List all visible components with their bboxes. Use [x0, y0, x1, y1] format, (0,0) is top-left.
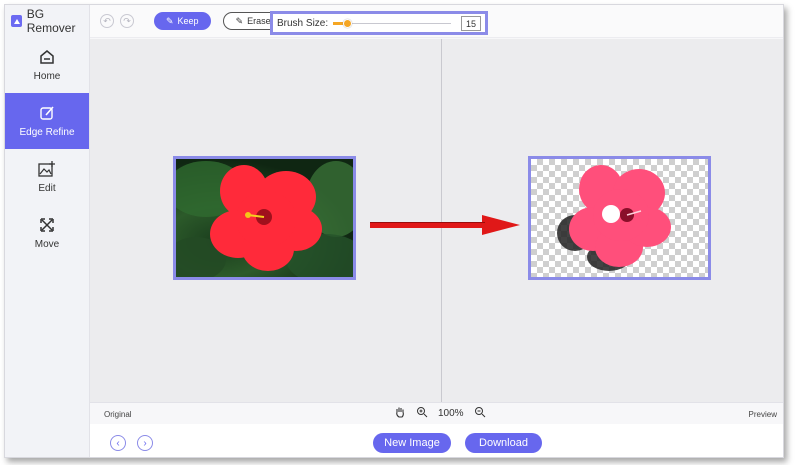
next-button[interactable]: ›: [137, 435, 153, 451]
zoom-level: 100%: [438, 407, 464, 419]
download-button[interactable]: Download: [465, 433, 542, 453]
zoom-controls: 100%: [394, 406, 486, 420]
eraser-icon: ✎: [235, 15, 244, 26]
status-bar: Original 100% Preview: [90, 402, 783, 424]
sidebar-item-label: Edge Refine: [19, 126, 75, 138]
original-label: Original: [104, 410, 132, 419]
previous-button[interactable]: ‹: [110, 435, 126, 451]
edit-square-icon: [39, 105, 55, 121]
brush-size-slider[interactable]: [333, 19, 451, 28]
chevron-right-icon: ›: [143, 437, 147, 449]
hibiscus-cutout: [557, 165, 671, 271]
brand: BG Remover: [5, 5, 89, 37]
brush-check-icon: ✎: [166, 15, 174, 26]
original-image[interactable]: [173, 156, 356, 280]
bottom-bar: ‹ › New Image Download: [90, 424, 783, 457]
brush-size-control: Brush Size: 15: [270, 11, 488, 35]
image-edit-icon: [38, 160, 56, 177]
app-logo-icon: [11, 15, 22, 27]
zoom-out-icon[interactable]: [474, 406, 486, 420]
brush-size-label: Brush Size:: [277, 17, 329, 29]
undo-icon: ↶: [103, 15, 111, 26]
home-icon: [39, 49, 55, 65]
keep-button[interactable]: ✎ Keep: [154, 12, 211, 30]
undo-button[interactable]: ↶: [100, 14, 114, 28]
sidebar-item-edge-refine[interactable]: Edge Refine: [5, 93, 89, 149]
sidebar-item-label: Edit: [38, 182, 56, 194]
preview-label: Preview: [748, 410, 777, 419]
redo-button[interactable]: ↷: [120, 14, 134, 28]
arrow-right-icon: [370, 215, 520, 235]
app-title: BG Remover: [26, 7, 76, 35]
canvas-area[interactable]: [90, 39, 783, 402]
sidebar-item-edit[interactable]: Edit: [5, 149, 89, 205]
sidebar-item-home[interactable]: Home: [5, 37, 89, 93]
move-arrows-icon: [39, 217, 55, 233]
preview-image[interactable]: [528, 156, 711, 280]
brush-size-input[interactable]: 15: [461, 16, 481, 31]
keep-label: Keep: [177, 16, 199, 26]
toolbar: ↶ ↷ ✎ Keep ✎ Erase Brush Size: 15: [90, 5, 783, 38]
sidebar-item-label: Move: [34, 238, 60, 250]
new-image-button[interactable]: New Image: [373, 433, 451, 453]
sidebar-item-move[interactable]: Move: [5, 205, 89, 261]
chevron-left-icon: ‹: [116, 437, 120, 449]
sidebar: BG Remover Home Edge Refine Edit Move: [5, 5, 90, 457]
erase-label: Erase: [247, 16, 271, 26]
zoom-in-icon[interactable]: [416, 406, 428, 420]
slider-thumb[interactable]: [343, 19, 353, 28]
app-window: BG Remover Home Edge Refine Edit Move ↶ …: [4, 4, 784, 458]
hand-icon[interactable]: [394, 406, 406, 420]
redo-icon: ↷: [123, 15, 131, 26]
sidebar-item-label: Home: [33, 70, 61, 82]
hibiscus-photo: [176, 161, 353, 277]
